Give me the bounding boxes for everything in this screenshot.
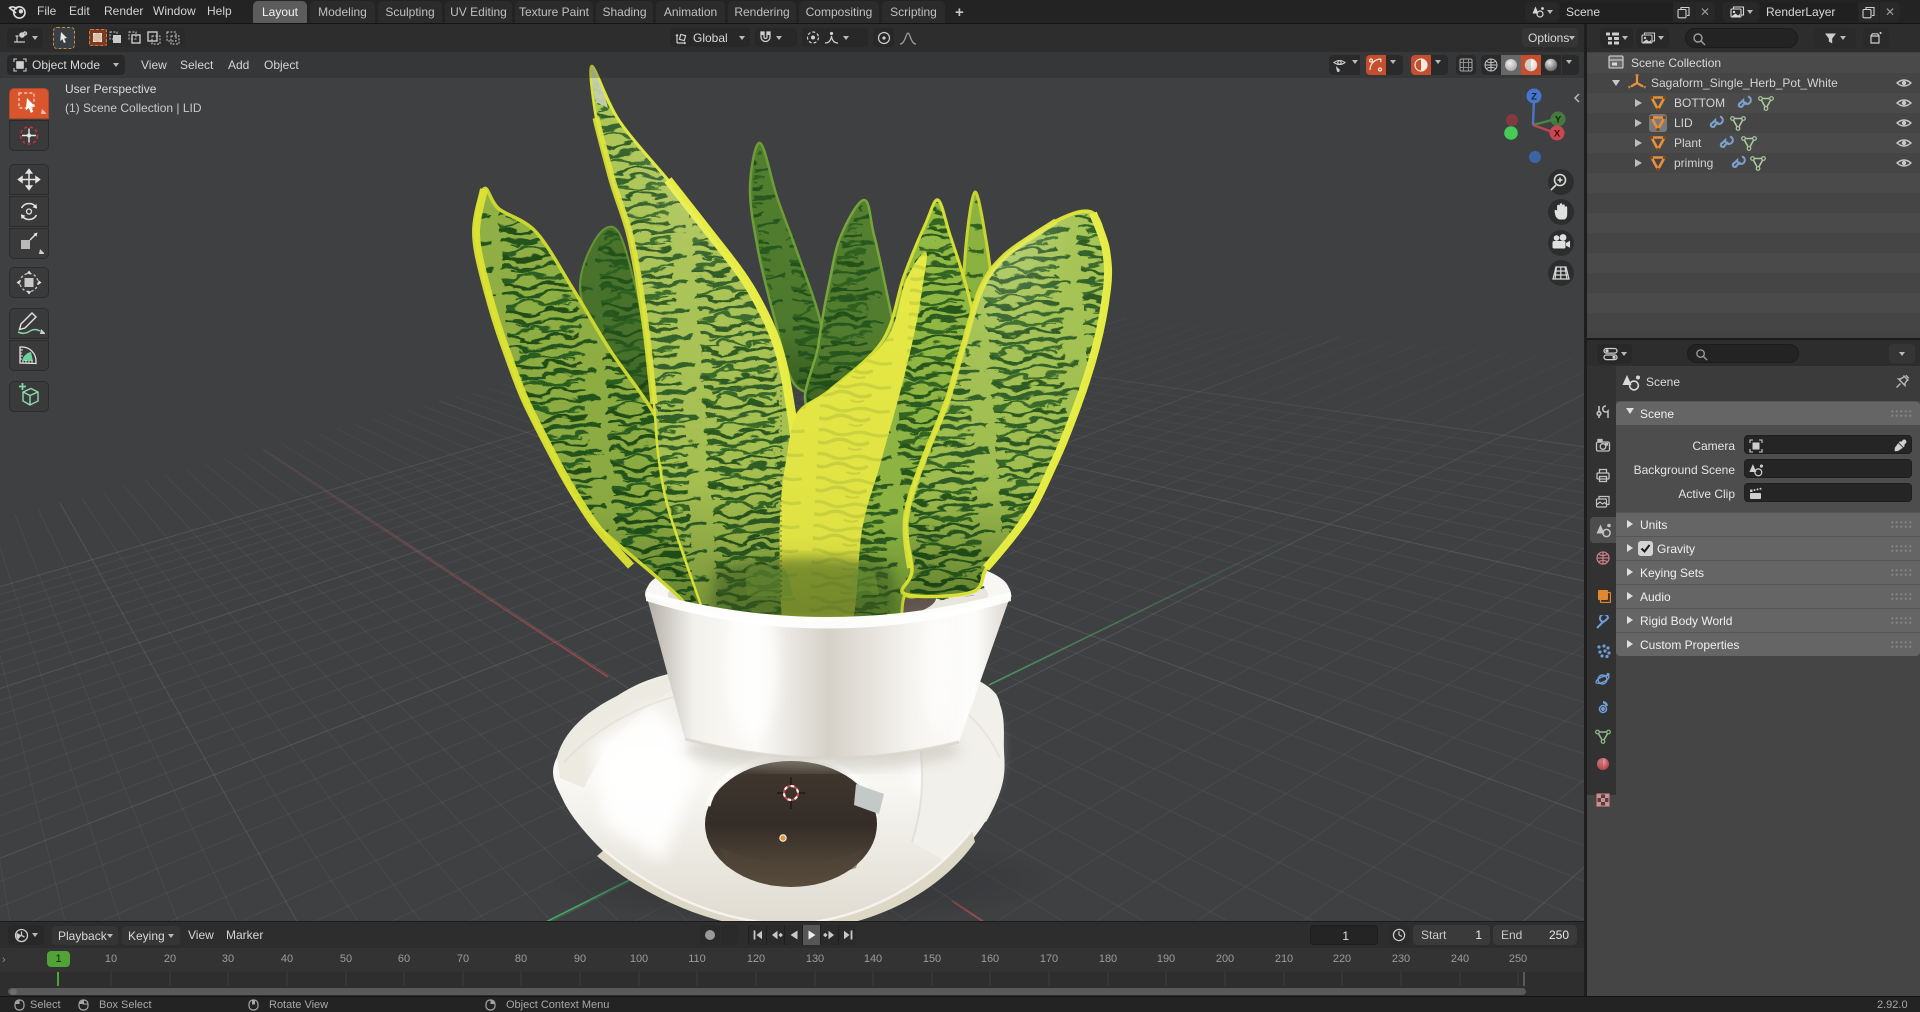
svg-text:priming: priming xyxy=(1674,156,1713,170)
svg-text:Scene Collection: Scene Collection xyxy=(1631,56,1721,70)
svg-text:X: X xyxy=(1554,129,1561,140)
svg-text:BOTTOM: BOTTOM xyxy=(1674,96,1725,110)
svg-text:Z: Z xyxy=(1531,92,1537,103)
svg-text:LID: LID xyxy=(1674,116,1693,130)
svg-text:Y: Y xyxy=(1555,115,1562,126)
svg-text:Sagaform_Single_Herb_Pot_White: Sagaform_Single_Herb_Pot_White xyxy=(1651,76,1838,90)
svg-text:Plant: Plant xyxy=(1674,136,1702,150)
